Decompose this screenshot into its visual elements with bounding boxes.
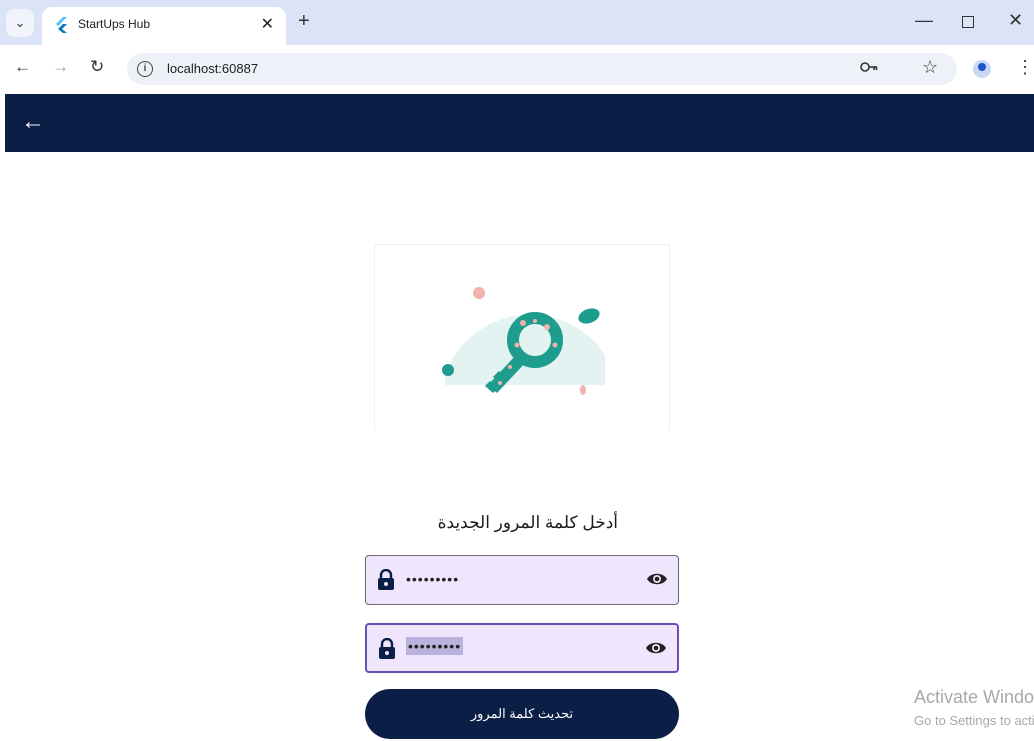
- flutter-logo-icon: [56, 17, 67, 33]
- activate-windows-title: Activate Windows: [914, 687, 1034, 707]
- browser-tab[interactable]: StartUps Hub ✕: [42, 7, 286, 45]
- tab-close-icon[interactable]: ✕: [261, 14, 274, 34]
- key-illustration: [374, 244, 670, 431]
- minimize-icon[interactable]: —: [915, 10, 933, 31]
- lock-icon: [379, 638, 395, 659]
- tab-search-icon[interactable]: ⌄: [6, 9, 34, 37]
- back-icon[interactable]: ←: [14, 57, 31, 77]
- app-bar: ←: [5, 94, 1034, 152]
- activate-windows-subtitle: Go to Settings to activate Windows.: [914, 713, 1034, 728]
- new-password-value[interactable]: •••••••••: [406, 570, 459, 588]
- forward-icon[interactable]: →: [52, 57, 69, 77]
- profile-icon[interactable]: [973, 60, 991, 78]
- arrow-left-icon[interactable]: ←: [21, 108, 45, 136]
- confirm-password-value[interactable]: •••••••••: [406, 637, 464, 655]
- update-password-button[interactable]: تحديث كلمة المرور: [365, 689, 679, 739]
- url-text[interactable]: localhost:60887: [167, 61, 258, 76]
- tab-title: StartUps Hub: [78, 17, 151, 31]
- page-title: أدخل كلمة المرور الجديدة: [437, 513, 618, 532]
- confirm-password-field[interactable]: •••••••••: [365, 623, 679, 673]
- key-icon[interactable]: [860, 60, 878, 74]
- info-icon[interactable]: i: [137, 61, 153, 77]
- menu-icon[interactable]: ⋮: [1016, 57, 1034, 78]
- new-password-field[interactable]: •••••••••: [365, 555, 679, 605]
- address-bar[interactable]: i localhost:60887 ☆: [127, 53, 957, 85]
- reload-icon[interactable]: ↻: [90, 57, 104, 77]
- new-tab-button[interactable]: +: [298, 10, 310, 33]
- lock-icon: [378, 569, 394, 590]
- eye-icon[interactable]: [645, 640, 667, 656]
- maximize-icon[interactable]: [962, 16, 974, 28]
- window-close-icon[interactable]: ✕: [1008, 10, 1023, 31]
- key-illustration-art: [442, 287, 605, 395]
- eye-icon[interactable]: [646, 571, 668, 587]
- star-icon[interactable]: ☆: [922, 57, 938, 78]
- browser-tab-strip: ⌄ StartUps Hub ✕ + — ✕: [0, 0, 1034, 45]
- browser-toolbar: ← → ↻ i localhost:60887 ☆ ⋮: [0, 45, 1034, 94]
